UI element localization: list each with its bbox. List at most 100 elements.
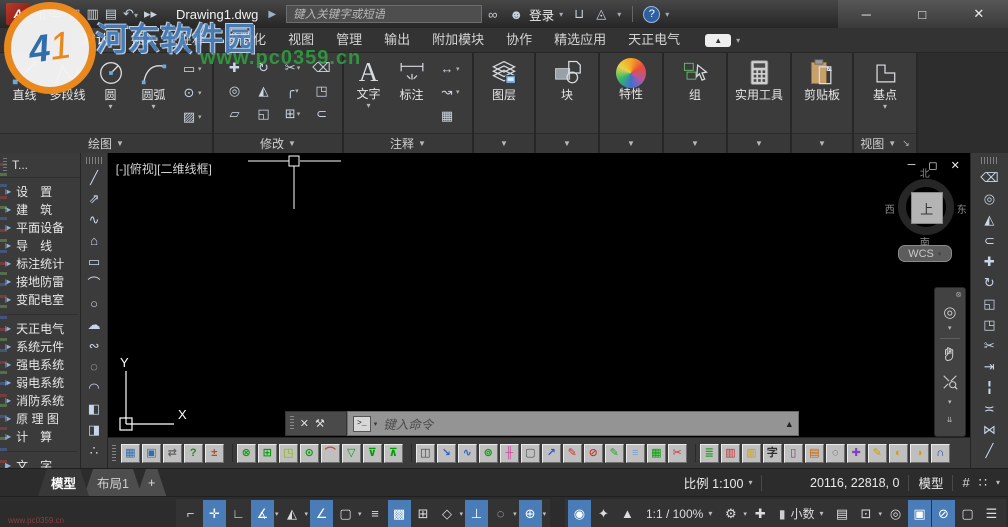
block-button[interactable]: 块 <box>540 55 594 102</box>
polar-tracking-toggle[interactable]: ∡▾ <box>251 500 280 527</box>
convert-drawing-icon[interactable]: ⇄ <box>163 444 182 463</box>
palette-item[interactable]: ▶弱电系统 <box>0 373 80 391</box>
ribbon-tab-附加模块[interactable]: 附加模块 <box>421 28 495 52</box>
ribbon-tab-协作[interactable]: 协作 <box>495 28 543 52</box>
stretch-icon[interactable]: ▱ <box>220 106 249 122</box>
palette-item[interactable]: ▶消防系统 <box>0 391 80 409</box>
file-tab-overflow-icon[interactable]: ▶ <box>268 9 276 20</box>
circle-icon[interactable]: ○ <box>90 293 98 314</box>
selection-filtering-toggle-caret[interactable]: ▾ <box>513 510 517 518</box>
spline-icon[interactable]: ∾ <box>89 335 100 356</box>
stretch-icon[interactable]: ◳ <box>983 314 995 335</box>
gizmo-toggle-caret[interactable]: ▾ <box>543 510 547 518</box>
ortho-mode-toggle[interactable]: ∟ <box>227 500 250 527</box>
clipboard-button[interactable]: 剪贴板 <box>795 55 849 102</box>
viewport-restore-icon[interactable]: ◻ <box>928 159 937 172</box>
quick-properties-toggle[interactable]: ▤ <box>830 500 853 527</box>
arc-button[interactable]: 圆弧 ▾ <box>132 55 175 111</box>
dynamic-ucs-toggle[interactable]: ⊥ <box>465 500 488 527</box>
device-corner-icon[interactable]: ◳ <box>279 444 298 463</box>
lighting-calc-icon[interactable]: ▥ <box>742 444 761 463</box>
array-icon-caret[interactable]: ▾ <box>297 110 301 118</box>
toolbar-grip[interactable] <box>981 157 997 164</box>
fillet-icon[interactable]: ╭▾ <box>278 83 307 99</box>
copy-icon[interactable]: ◎ <box>984 188 995 209</box>
command-wrench-icon[interactable]: ⚒ <box>315 417 325 430</box>
pan-hand-icon[interactable] <box>941 345 959 367</box>
edit-wire-icon[interactable]: ✎ <box>563 444 582 463</box>
model-space-button[interactable]: 模型 <box>918 473 943 492</box>
ellipse-icon[interactable]: ◌ <box>90 356 98 377</box>
palette-item[interactable]: ▶强电系统 <box>0 355 80 373</box>
view-cube[interactable]: 北 西 上 东 南 <box>898 179 954 235</box>
create-block-icon[interactable]: ◨ <box>88 419 100 440</box>
palette-item[interactable]: ▶变配电室 <box>0 290 80 308</box>
dimension-button[interactable]: 标注 <box>390 55 433 102</box>
insert-block-icon[interactable]: ◧ <box>88 398 100 419</box>
insert-device-icon[interactable]: ⊗ <box>237 444 256 463</box>
offset-icon[interactable]: ⊂ <box>984 230 995 251</box>
clipboard-panel-label[interactable]: ▼ <box>792 133 852 153</box>
switch-a-icon[interactable]: ▽ <box>342 444 361 463</box>
grid-snap-toggle[interactable]: ✛ <box>203 500 226 527</box>
object-snap-3d-toggle[interactable]: ◇▾ <box>436 500 465 527</box>
ellipse-arc-icon[interactable]: ◠ <box>88 377 99 398</box>
construction-line-icon[interactable]: ⇗ <box>89 188 100 209</box>
revision-cloud-icon[interactable]: ☁ <box>88 314 101 335</box>
close-button[interactable]: ✕ <box>973 6 984 22</box>
steering-wheel-icon[interactable]: ◎ <box>943 305 956 321</box>
layer-off-icon[interactable]: ◑ <box>910 444 929 463</box>
isometric-drafting-toggle-caret[interactable]: ▾ <box>305 510 309 518</box>
palette-item[interactable]: ▶设 置 <box>0 182 80 200</box>
circle-dropdown-icon[interactable]: ▾ <box>108 102 112 111</box>
extend-icon[interactable]: ⇥ <box>984 356 995 377</box>
command-input[interactable]: >_ ▾ 键入命令 ▲ <box>347 411 799 436</box>
array-icon[interactable]: ⊞▾ <box>278 106 307 122</box>
copy-icon[interactable]: ◎ <box>220 83 249 99</box>
break-at-point-icon[interactable]: ╏ <box>985 377 993 398</box>
base-point-button[interactable]: 基点 ▾ <box>858 55 912 111</box>
offset-icon[interactable]: ⊂ <box>307 106 336 122</box>
gizmo-toggle[interactable]: ⊕▾ <box>519 500 548 527</box>
switch-b-icon[interactable]: ⊽ <box>363 444 382 463</box>
draw-panel-label[interactable]: 绘图▼ <box>0 133 212 153</box>
group-panel-label[interactable]: ▼ <box>664 133 726 153</box>
navbar-more-icon[interactable]: ⇊ <box>947 416 953 424</box>
isolate-objects-toggle[interactable]: ◎ <box>884 500 907 527</box>
point-icon[interactable]: ∴ <box>90 440 98 461</box>
polar-tracking-toggle-caret[interactable]: ▾ <box>275 510 279 518</box>
device-settings-icon[interactable]: ▦ <box>121 444 140 463</box>
object-snap-toggle-caret[interactable]: ▾ <box>358 510 362 518</box>
palette-item[interactable]: ▶平面设备 <box>0 218 80 236</box>
erase-icon[interactable]: ⌫ <box>980 167 998 188</box>
grid-display-icon[interactable]: # <box>962 475 969 490</box>
break-icon[interactable]: ≍ <box>984 398 995 419</box>
command-history-icon[interactable]: ▲ <box>785 419 794 429</box>
rectangle-icon[interactable]: ▭ <box>88 251 100 272</box>
viewport-close-icon[interactable]: ✕ <box>951 159 960 172</box>
ellipse-icon-caret[interactable]: ▾ <box>198 89 208 97</box>
toolbar-grip[interactable] <box>86 157 102 164</box>
ribbon-collapse-icon[interactable]: ▲ <box>705 34 731 47</box>
explode-icon[interactable]: ◳ <box>307 83 336 99</box>
isometric-drafting-toggle[interactable]: ◭▾ <box>281 500 310 527</box>
fillet-icon-caret[interactable]: ▾ <box>295 87 299 95</box>
palette-grip[interactable] <box>3 158 7 172</box>
group-button[interactable]: 组 <box>668 55 722 102</box>
point-mark-icon[interactable]: ↗ <box>542 444 561 463</box>
command-close-icon[interactable]: ✕ <box>300 417 309 430</box>
cut-wire-icon[interactable]: ✂ <box>668 444 687 463</box>
workspace-gear-icon[interactable]: ⚙▾ <box>719 500 748 527</box>
app-store-cart-icon[interactable]: ⊔ <box>574 6 584 22</box>
wire-node-icon[interactable]: ⊙ <box>300 444 319 463</box>
maximize-button[interactable]: □ <box>918 7 926 22</box>
hardware-accel-toggle[interactable]: ⊘ <box>932 500 955 527</box>
system-diagram-icon[interactable]: ≣ <box>700 444 719 463</box>
arc-icon[interactable]: ⌒ <box>88 272 101 293</box>
a360-icon[interactable]: ◬ <box>596 6 606 22</box>
draw-wire-icon[interactable]: ∿ <box>458 444 477 463</box>
snap-mode-toggle[interactable]: ⌐ <box>179 500 202 527</box>
scale-icon[interactable]: ◱ <box>249 106 278 122</box>
a360-dropdown-icon[interactable]: ▾ <box>617 10 621 19</box>
hatch-icon-caret[interactable]: ▾ <box>198 113 208 121</box>
